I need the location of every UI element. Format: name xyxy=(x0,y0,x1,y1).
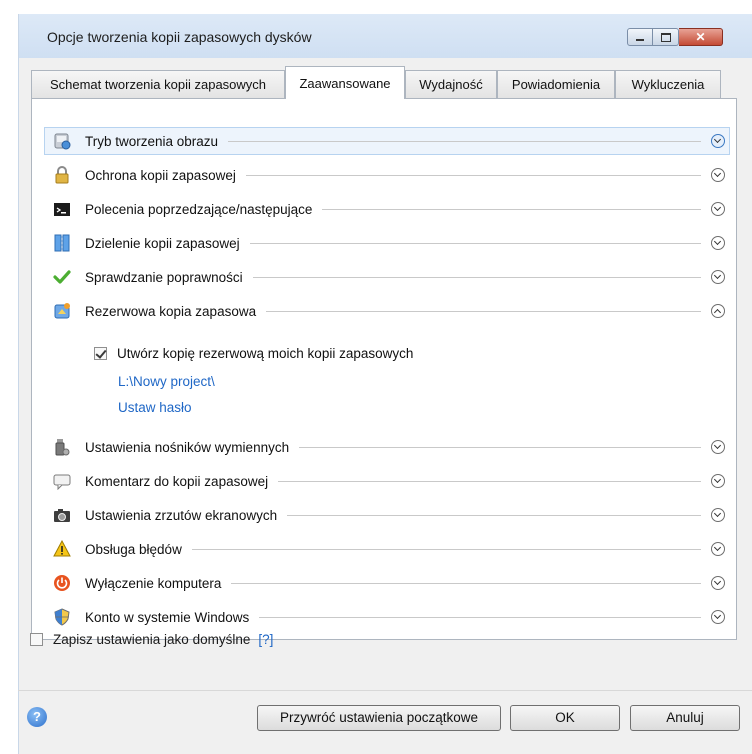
reserve-backup-checkbox-label: Utwórz kopię rezerwową moich kopii zapas… xyxy=(117,346,414,361)
section-label: Komentarz do kopii zapasowej xyxy=(85,473,269,489)
section-label: Konto w systemie Windows xyxy=(85,609,250,625)
tab-performance[interactable]: Wydajność xyxy=(405,70,497,98)
divider xyxy=(228,140,701,142)
divider xyxy=(299,446,701,448)
divider xyxy=(259,616,701,618)
close-icon: ✕ xyxy=(695,30,706,44)
divider xyxy=(231,582,701,584)
shield-icon xyxy=(53,608,71,626)
reserve-backup-path-link[interactable]: L:\Nowy project\ xyxy=(118,374,215,389)
section-pre-post-commands[interactable]: Polecenia poprzedzające/następujące xyxy=(45,195,729,223)
cancel-button[interactable]: Anuluj xyxy=(630,705,740,731)
section-label: Wyłączenie komputera xyxy=(85,575,222,591)
section-removable-media[interactable]: Ustawienia nośników wymiennych xyxy=(45,433,729,461)
divider xyxy=(245,174,701,176)
section-backup-splitting[interactable]: Dzielenie kopii zapasowej xyxy=(45,229,729,257)
split-file-icon xyxy=(53,234,71,252)
section-image-mode[interactable]: Tryb tworzenia obrazu xyxy=(44,127,730,155)
divider xyxy=(287,514,701,516)
section-screenshot-settings[interactable]: Ustawienia zrzutów ekranowych xyxy=(45,501,729,529)
divider xyxy=(191,548,701,550)
save-as-default-row[interactable]: Zapisz ustawienia jako domyślne [?] xyxy=(30,632,273,647)
section-label: Sprawdzanie poprawności xyxy=(85,269,243,285)
chevron-down-icon[interactable] xyxy=(711,474,725,488)
reset-defaults-button[interactable]: Przywróć ustawienia początkowe xyxy=(257,705,501,731)
reserve-backup-checkbox-row[interactable]: Utwórz kopię rezerwową moich kopii zapas… xyxy=(94,346,413,361)
window-title: Opcje tworzenia kopii zapasowych dysków xyxy=(47,29,312,45)
minimize-button[interactable] xyxy=(627,28,653,46)
chevron-down-icon[interactable] xyxy=(711,542,725,556)
section-label: Ustawienia zrzutów ekranowych xyxy=(85,507,278,523)
section-label: Rezerwowa kopia zapasowa xyxy=(85,303,257,319)
save-as-default-checkbox[interactable] xyxy=(30,633,43,646)
warning-icon xyxy=(53,539,71,558)
usb-drive-icon xyxy=(53,438,71,456)
title-bar: Opcje tworzenia kopii zapasowych dysków … xyxy=(19,14,752,58)
chevron-down-icon[interactable] xyxy=(711,610,725,624)
section-label: Obsługa błędów xyxy=(85,541,182,557)
chevron-down-icon[interactable] xyxy=(711,236,725,250)
checkmark-icon xyxy=(53,268,71,286)
divider xyxy=(252,276,701,278)
set-password-link[interactable]: Ustaw hasło xyxy=(118,400,192,415)
comment-icon xyxy=(53,472,71,491)
section-label: Ustawienia nośników wymiennych xyxy=(85,439,290,455)
minimize-icon xyxy=(636,39,644,41)
help-link[interactable]: [?] xyxy=(258,632,273,647)
chevron-down-icon[interactable] xyxy=(711,134,725,148)
chevron-down-icon[interactable] xyxy=(711,576,725,590)
help-icon[interactable]: ? xyxy=(27,707,47,727)
section-backup-comment[interactable]: Komentarz do kopii zapasowej xyxy=(45,467,729,495)
chevron-down-icon[interactable] xyxy=(711,168,725,182)
save-as-default-label: Zapisz ustawienia jako domyślne xyxy=(53,632,251,647)
divider xyxy=(322,208,701,210)
section-error-handling[interactable]: Obsługa błędów xyxy=(45,535,729,563)
section-label: Polecenia poprzedzające/następujące xyxy=(85,201,313,217)
window-controls: ✕ xyxy=(627,28,723,48)
section-label: Ochrona kopii zapasowej xyxy=(85,167,236,183)
section-label: Dzielenie kopii zapasowej xyxy=(85,235,240,251)
maximize-button[interactable] xyxy=(653,28,679,46)
chevron-down-icon[interactable] xyxy=(711,270,725,284)
divider xyxy=(249,242,701,244)
reserve-backup-checkbox[interactable] xyxy=(94,347,107,360)
chevron-down-icon[interactable] xyxy=(711,508,725,522)
close-button[interactable]: ✕ xyxy=(679,28,723,46)
tab-advanced[interactable]: Zaawansowane xyxy=(285,66,405,99)
advanced-options-panel: Tryb tworzenia obrazu Ochrona kopii zapa… xyxy=(31,98,737,640)
section-reserve-backup[interactable]: Rezerwowa kopia zapasowa xyxy=(45,297,729,325)
divider xyxy=(266,310,701,312)
section-computer-shutdown[interactable]: Wyłączenie komputera xyxy=(45,569,729,597)
ok-button[interactable]: OK xyxy=(510,705,620,731)
chevron-down-icon[interactable] xyxy=(711,440,725,454)
power-icon xyxy=(53,574,71,592)
divider xyxy=(278,480,701,482)
maximize-icon xyxy=(660,32,671,42)
disk-image-icon xyxy=(53,132,71,150)
tab-schedule[interactable]: Schemat tworzenia kopii zapasowych xyxy=(31,70,285,98)
section-validation[interactable]: Sprawdzanie poprawności xyxy=(45,263,729,291)
camera-icon xyxy=(53,506,71,524)
chevron-down-icon[interactable] xyxy=(711,202,725,216)
footer-divider xyxy=(18,690,752,691)
section-windows-account[interactable]: Konto w systemie Windows xyxy=(45,603,729,631)
tab-notifications[interactable]: Powiadomienia xyxy=(497,70,615,98)
reserve-backup-icon xyxy=(53,302,71,320)
section-backup-protection[interactable]: Ochrona kopii zapasowej xyxy=(45,161,729,189)
chevron-up-icon[interactable] xyxy=(711,304,725,318)
tab-exclusions[interactable]: Wykluczenia xyxy=(615,70,721,98)
lock-icon xyxy=(53,166,71,184)
command-prompt-icon xyxy=(53,200,71,218)
section-label: Tryb tworzenia obrazu xyxy=(85,133,219,149)
